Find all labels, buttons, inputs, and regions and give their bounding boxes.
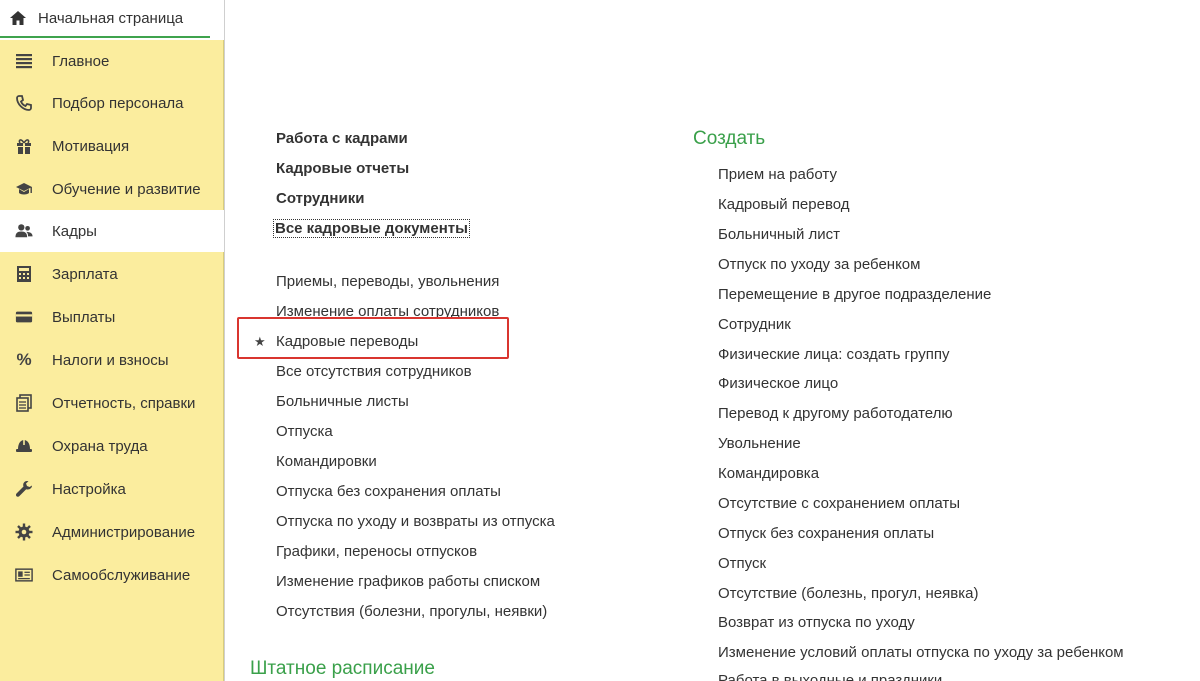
- panel-divider: [224, 0, 225, 681]
- create-item[interactable]: Отпуск без сохранения оплаты: [718, 525, 934, 542]
- sidebar-item-label: Обучение и развитие: [52, 180, 201, 198]
- sidebar-item-administration[interactable]: Администрирование: [0, 511, 224, 553]
- sidebar-item-reports[interactable]: Отчетность, справки: [0, 382, 224, 424]
- link-hirings-transfers[interactable]: Приемы, переводы, увольнения: [276, 273, 499, 290]
- create-item[interactable]: Физические лица: создать группу: [718, 346, 949, 363]
- staff-schedule-title[interactable]: Штатное расписание: [250, 658, 435, 680]
- create-title: Создать: [693, 128, 766, 149]
- users-icon: [15, 222, 33, 240]
- sidebar-item-recruitment[interactable]: Подбор персонала: [0, 82, 224, 124]
- create-item[interactable]: Командировка: [718, 465, 819, 482]
- create-item[interactable]: Отпуск по уходу за ребенком: [718, 256, 920, 273]
- link-all-hr-documents[interactable]: Все кадровые документы: [273, 219, 470, 238]
- create-item[interactable]: Больничный лист: [718, 226, 840, 243]
- link-hr-work[interactable]: Работа с кадрами: [276, 130, 408, 147]
- create-item[interactable]: Физическое лицо: [718, 375, 838, 392]
- phone-icon: [15, 94, 33, 112]
- create-item[interactable]: Кадровый перевод: [718, 196, 850, 213]
- sidebar-item-label: Настройка: [52, 480, 126, 498]
- sidebar-item-label: Подбор персонала: [52, 94, 184, 112]
- create-item[interactable]: Возврат из отпуска по уходу: [718, 614, 915, 631]
- sidebar-item-training[interactable]: Обучение и развитие: [0, 168, 224, 210]
- sidebar-item-label: Самообслуживание: [52, 566, 191, 584]
- link-all-absences[interactable]: Все отсутствия сотрудников: [276, 363, 472, 380]
- link-hr-transfers[interactable]: Кадровые переводы: [276, 333, 418, 350]
- create-item[interactable]: Сотрудник: [718, 316, 791, 333]
- sidebar-item-salary[interactable]: Зарплата: [0, 253, 224, 295]
- sidebar-item-self-service[interactable]: Самообслуживание: [0, 554, 224, 596]
- create-item[interactable]: Увольнение: [718, 435, 801, 452]
- link-hr-reports[interactable]: Кадровые отчеты: [276, 160, 409, 177]
- sidebar-item-label: Администрирование: [52, 523, 196, 541]
- percent-icon: %: [16, 350, 32, 369]
- menu-icon: [15, 52, 33, 70]
- create-item[interactable]: Работа в выходные и праздники: [718, 672, 942, 681]
- sidebar-item-taxes[interactable]: % Налоги и взносы: [0, 339, 224, 381]
- create-item[interactable]: Перевод к другому работодателю: [718, 405, 953, 422]
- sidebar-item-label: Выплаты: [52, 308, 116, 326]
- create-item[interactable]: Перемещение в другое подразделение: [718, 286, 991, 303]
- card-icon: [15, 308, 33, 326]
- link-business-trips[interactable]: Командировки: [276, 453, 377, 470]
- home-tab[interactable]: Начальная страница: [0, 0, 210, 38]
- id-card-icon: [15, 566, 33, 584]
- sidebar-item-label: Отчетность, справки: [52, 394, 196, 412]
- sidebar-item-label: Зарплата: [52, 265, 118, 283]
- sidebar-item-label: Главное: [52, 52, 110, 70]
- create-item[interactable]: Отсутствие (болезнь, прогул, неявка): [718, 585, 978, 602]
- documents-icon: [15, 394, 33, 412]
- calculator-icon: [15, 265, 33, 283]
- home-tab-label: Начальная страница: [38, 9, 184, 27]
- link-vacations[interactable]: Отпуска: [276, 423, 333, 440]
- graduation-cap-icon: [15, 180, 33, 198]
- sidebar-item-label: Охрана труда: [52, 437, 148, 455]
- sidebar-item-motivation[interactable]: Мотивация: [0, 125, 224, 167]
- create-item[interactable]: Прием на работу: [718, 166, 837, 183]
- helmet-icon: [15, 437, 33, 455]
- gear-icon: [15, 523, 33, 541]
- sidebar-item-payments[interactable]: Выплаты: [0, 296, 224, 338]
- sidebar-item-labor-safety[interactable]: Охрана труда: [0, 425, 224, 467]
- sidebar-item-label: Кадры: [52, 222, 97, 240]
- create-item[interactable]: Отсутствие с сохранением оплаты: [718, 495, 960, 512]
- sidebar-item-label: Мотивация: [52, 137, 130, 155]
- sidebar-item-main[interactable]: Главное: [0, 40, 224, 82]
- star-icon: ★: [254, 334, 266, 349]
- sidebar-item-label: Налоги и взносы: [52, 351, 169, 369]
- home-icon: [9, 10, 27, 26]
- link-childcare-leaves[interactable]: Отпуска по уходу и возвраты из отпуска: [276, 513, 555, 530]
- create-item[interactable]: Изменение условий оплаты отпуска по уход…: [718, 644, 1124, 661]
- link-unpaid-leaves[interactable]: Отпуска без сохранения оплаты: [276, 483, 501, 500]
- link-schedule-changes[interactable]: Изменение графиков работы списком: [276, 573, 540, 590]
- link-sick-leaves[interactable]: Больничные листы: [276, 393, 409, 410]
- sidebar-item-hr[interactable]: Кадры: [0, 210, 224, 252]
- sidebar: Главное Подбор персонала Мотивация Обуче…: [0, 40, 224, 681]
- link-absences-list[interactable]: Отсутствия (болезни, прогулы, неявки): [276, 603, 547, 620]
- link-employees[interactable]: Сотрудники: [276, 190, 364, 207]
- sidebar-item-settings[interactable]: Настройка: [0, 468, 224, 510]
- gift-icon: [15, 137, 33, 155]
- link-vacation-schedules[interactable]: Графики, переносы отпусков: [276, 543, 477, 560]
- wrench-icon: [15, 480, 33, 498]
- create-item[interactable]: Отпуск: [718, 555, 766, 572]
